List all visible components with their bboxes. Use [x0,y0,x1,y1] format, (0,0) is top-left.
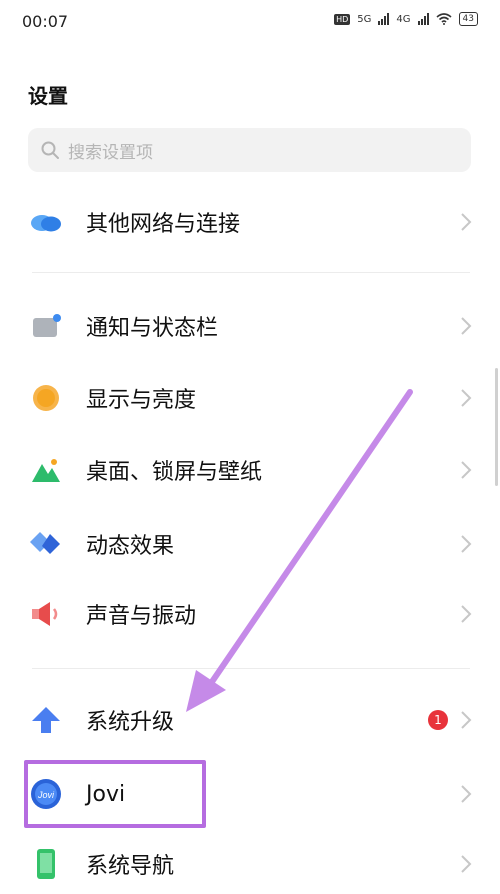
search-icon [41,141,59,159]
chevron-right-icon [461,605,472,623]
status-bar: 00:07 HD 5G 4G 43 [0,0,500,46]
settings-item-label: 其他网络与连接 [86,212,241,237]
search-placeholder: 搜索设置项 [68,142,153,163]
settings-item-label: 通知与状态栏 [86,316,219,341]
page-title: 设置 [28,84,68,108]
sound-icon [30,598,62,630]
settings-item-display[interactable]: 显示与亮度 [0,368,500,428]
settings-item-sound[interactable]: 声音与振动 [0,584,500,644]
chevron-right-icon [461,389,472,407]
dynamic-effect-icon [30,528,62,560]
battery-icon: 43 [458,12,478,26]
upgrade-arrow-icon [30,704,62,736]
phone-navigation-icon [30,848,62,880]
chevron-right-icon [461,785,472,803]
settings-item-label: 系统导航 [86,854,175,879]
wifi-icon [436,13,452,25]
divider [32,668,470,669]
search-input[interactable]: 搜索设置项 [28,128,471,172]
settings-item-wallpaper[interactable]: 桌面、锁屏与壁纸 [0,440,500,500]
chevron-right-icon [461,461,472,479]
wallpaper-icon [30,454,62,486]
settings-item-dynamic-effects[interactable]: 动态效果 [0,514,500,574]
network-4g-label: 4G [396,13,411,25]
scrollbar[interactable] [495,368,498,486]
signal-4g-icon [417,13,429,25]
settings-item-label: 显示与亮度 [86,388,197,413]
settings-item-label: 声音与振动 [86,604,197,629]
chevron-right-icon [461,317,472,335]
network-5g-label: 5G [357,13,372,25]
settings-item-label: 桌面、锁屏与壁纸 [86,460,263,485]
highlight-box [24,760,206,828]
chevron-right-icon [461,535,472,553]
settings-item-system-upgrade[interactable]: 系统升级 1 [0,690,500,750]
status-icons: HD 5G 4G 43 [334,12,478,26]
hd-icon: HD [334,13,351,25]
settings-item-system-navigation[interactable]: 系统导航 [0,834,500,894]
divider [32,272,470,273]
settings-item-label: 动态效果 [86,534,175,559]
chevron-right-icon [461,711,472,729]
update-badge: 1 [428,710,448,730]
brightness-icon [30,382,62,414]
settings-item-notification[interactable]: 通知与状态栏 [0,296,500,356]
status-time: 00:07 [22,12,69,31]
settings-item-other-networks[interactable]: 其他网络与连接 [0,192,500,252]
chevron-right-icon [461,855,472,873]
settings-item-label: 系统升级 [86,710,175,735]
signal-5g-icon [378,13,390,25]
cloud-network-icon [30,206,62,238]
chevron-right-icon [461,213,472,231]
notification-icon [30,310,62,342]
